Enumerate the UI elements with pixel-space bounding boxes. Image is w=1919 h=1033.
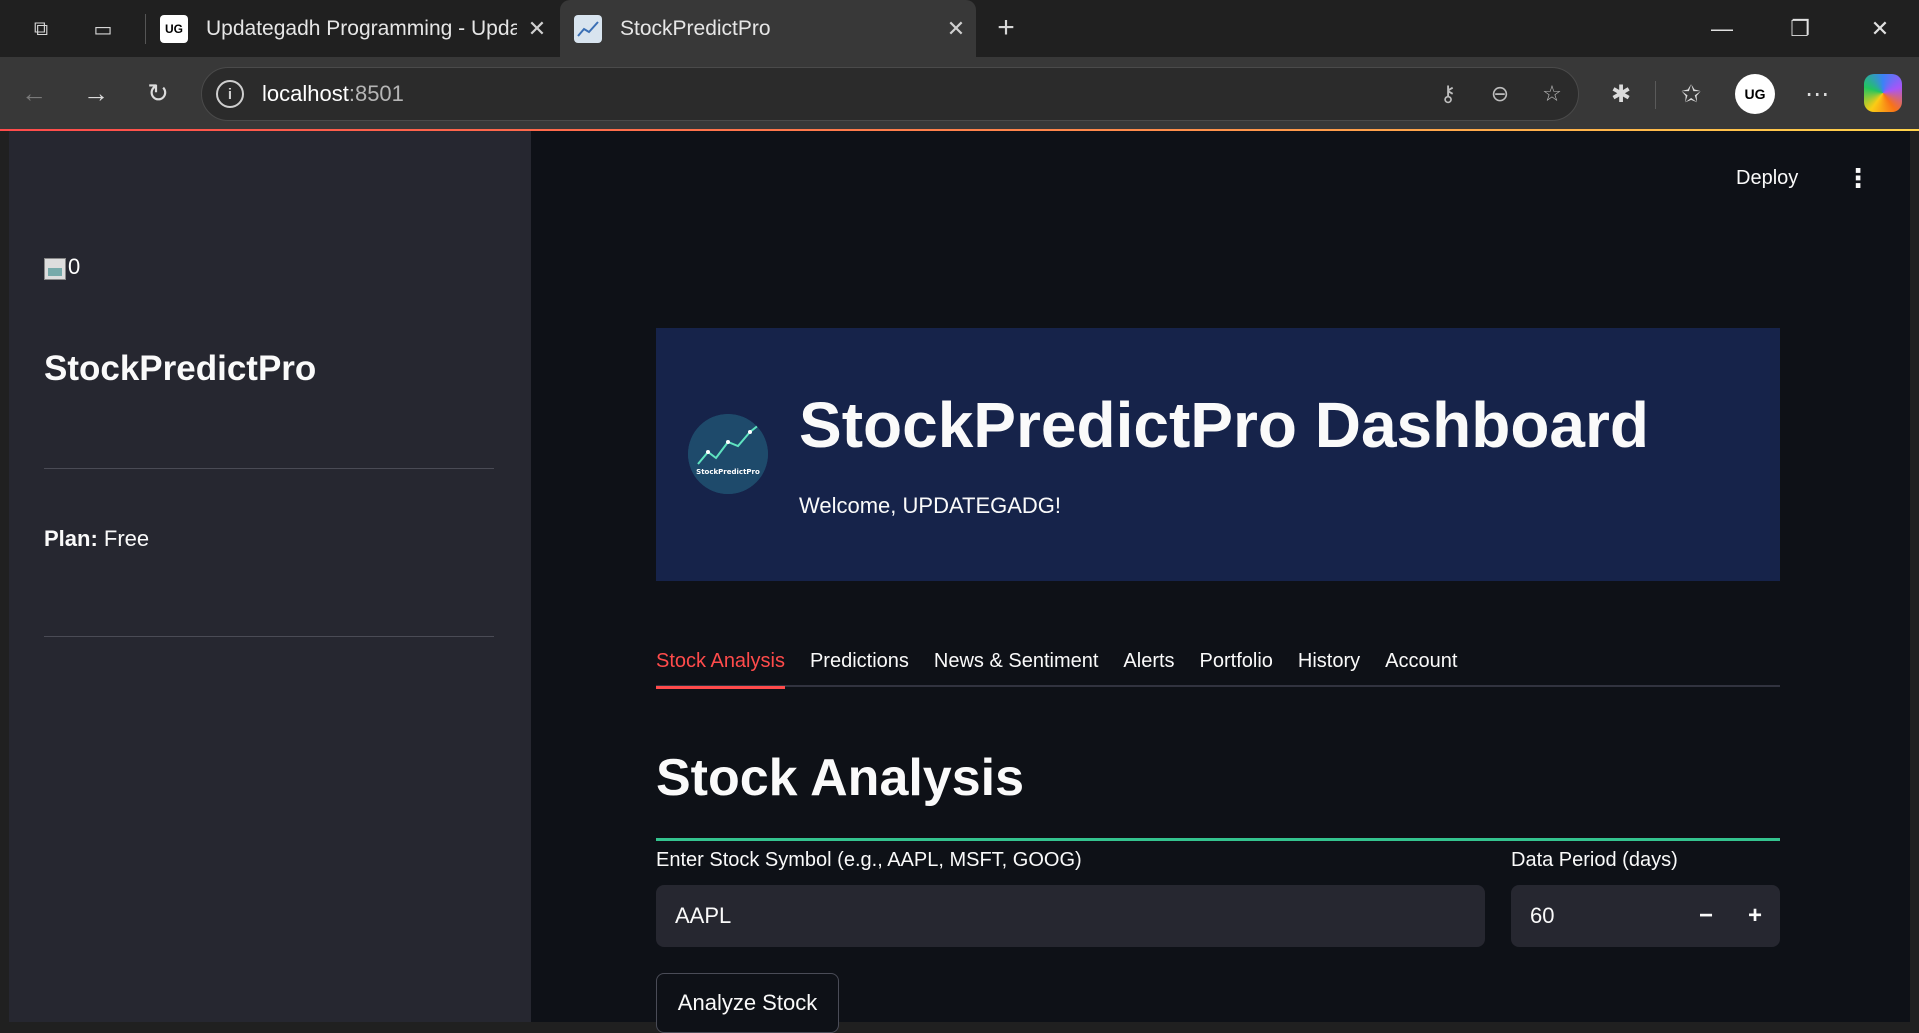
dashboard-hero-banner: StockPredictPro StockPredictPro Dashboar…: [656, 328, 1780, 581]
section-heading: Stock Analysis: [656, 749, 1025, 807]
zoom-out-icon[interactable]: ⊖: [1474, 81, 1526, 107]
back-icon[interactable]: ←: [16, 75, 52, 111]
favorite-star-icon[interactable]: ☆: [1526, 81, 1578, 107]
minimize-icon[interactable]: —: [1682, 0, 1762, 57]
decrement-button[interactable]: −: [1681, 885, 1731, 947]
tab-portfolio[interactable]: Portfolio: [1200, 646, 1273, 687]
address-bar[interactable]: i localhost:8501 ⚷ ⊖ ☆: [201, 67, 1579, 121]
plan-label: Plan:: [44, 526, 98, 551]
close-tab-icon[interactable]: ✕: [517, 16, 557, 42]
increment-button[interactable]: +: [1730, 885, 1780, 947]
tab-actions-icon[interactable]: ▭: [86, 12, 120, 46]
analyze-stock-button[interactable]: Analyze Stock: [656, 973, 839, 1033]
main-tabs: Stock Analysis Predictions News & Sentim…: [656, 646, 1780, 689]
welcome-message: Welcome, UPDATEGADG!: [799, 493, 1062, 518]
workspaces-icon[interactable]: ⧉: [24, 12, 58, 46]
url-text[interactable]: localhost:8501: [262, 81, 1422, 107]
password-key-icon[interactable]: ⚷: [1422, 81, 1474, 107]
deploy-button[interactable]: Deploy: [1736, 167, 1798, 190]
sidebar-logo-broken-image: 0: [44, 254, 80, 280]
restore-icon[interactable]: ❐: [1760, 0, 1840, 57]
tab-stock-analysis[interactable]: Stock Analysis: [656, 646, 785, 689]
main-menu-icon[interactable]: ⋮: [1845, 161, 1871, 195]
browser-toolbar: ← → ↻ i localhost:8501 ⚷ ⊖ ☆ ✱ ✩ ⋯: [0, 57, 1919, 129]
period-label: Data Period (days): [1511, 849, 1678, 871]
more-menu-icon[interactable]: ⋯: [1798, 75, 1836, 113]
profile-avatar[interactable]: UG: [1735, 74, 1775, 114]
tab-news-sentiment[interactable]: News & Sentiment: [934, 646, 1099, 687]
plan-info: Plan: Free: [44, 526, 149, 552]
sidebar-title: StockPredictPro: [44, 349, 317, 388]
browser-tab-stockpredictpro[interactable]: StockPredictPro ✕: [560, 0, 976, 57]
copilot-icon[interactable]: [1864, 74, 1902, 112]
browser-tab-updategadh[interactable]: UG Updategadh Programming - Upda ✕: [146, 0, 557, 57]
streamlit-app: 0 StockPredictPro Plan: Free Deploy ⋮ St…: [9, 131, 1910, 1033]
new-tab-icon[interactable]: +: [988, 10, 1024, 46]
tab-history[interactable]: History: [1298, 646, 1360, 687]
tab-account[interactable]: Account: [1385, 646, 1457, 687]
tab-alerts[interactable]: Alerts: [1123, 646, 1174, 687]
broken-image-icon: [44, 258, 66, 280]
tab-title: StockPredictPro: [620, 16, 771, 40]
forward-icon[interactable]: →: [78, 75, 114, 111]
site-info-icon[interactable]: i: [216, 80, 244, 108]
sidebar-divider: [44, 468, 494, 469]
window-close-icon[interactable]: ✕: [1840, 0, 1919, 57]
image-alt-text: 0: [68, 254, 81, 279]
symbol-label: Enter Stock Symbol (e.g., AAPL, MSFT, GO…: [656, 849, 1082, 871]
ug-favicon-icon: UG: [160, 14, 188, 43]
close-tab-icon[interactable]: ✕: [936, 16, 976, 42]
chart-favicon-icon: [574, 14, 602, 43]
section-accent-line: [656, 838, 1780, 841]
sidebar: 0 StockPredictPro Plan: Free: [9, 131, 531, 1022]
logo-wordmark: StockPredictPro: [696, 468, 760, 476]
extensions-icon[interactable]: ✱: [1602, 75, 1640, 113]
dashboard-title: StockPredictPro Dashboard: [799, 389, 1649, 461]
sidebar-divider: [44, 636, 494, 637]
reload-icon[interactable]: ↻: [140, 75, 176, 111]
browser-tab-bar: ⧉ ▭ UG Updategadh Programming - Upda ✕ S…: [0, 0, 1919, 57]
toolbar-separator: [1655, 81, 1656, 109]
favorites-icon[interactable]: ✩: [1672, 75, 1710, 113]
stockpredictpro-logo: StockPredictPro: [688, 414, 768, 494]
period-value: 60: [1530, 903, 1555, 928]
tab-title: Updategadh Programming - Upda: [206, 16, 517, 40]
plan-value: Free: [103, 526, 150, 551]
stock-symbol-input[interactable]: AAPL: [656, 885, 1485, 947]
tab-predictions[interactable]: Predictions: [810, 646, 909, 687]
